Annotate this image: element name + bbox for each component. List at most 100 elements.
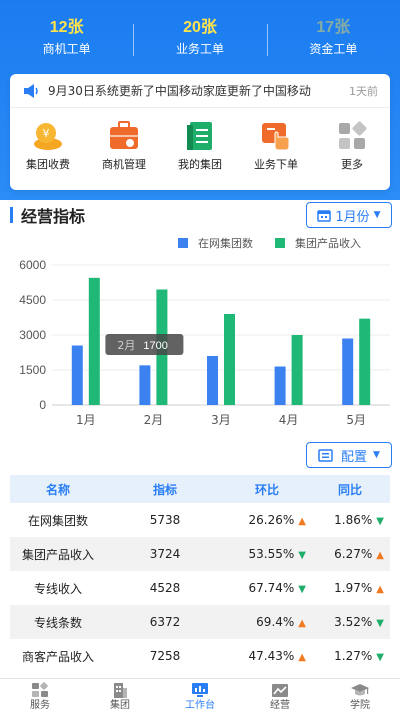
cell-name: 专线收入	[33, 581, 82, 596]
header-yoy: 同比	[337, 482, 362, 497]
tab-group[interactable]: 集团	[80, 679, 160, 711]
notice-text: 9月30日系统更新了中国移动家庭更新了中国移动	[48, 84, 311, 98]
quick-item-opportunity[interactable]: 商机管理	[86, 120, 162, 172]
quick-item-my-group[interactable]: 我的集团	[162, 120, 238, 172]
cell-mom: 53.55% ▼	[224, 547, 310, 561]
chart-bar	[207, 356, 218, 405]
quick-item-group-fee[interactable]: ¥ 集团收费	[10, 120, 86, 172]
arrow-up-icon: ▲	[298, 618, 306, 629]
cell-value: 4528	[149, 581, 181, 595]
legend-swatch	[178, 238, 188, 248]
cell-mom: 26.26% ▲	[224, 513, 310, 527]
tab-academy[interactable]: 学院	[320, 679, 400, 711]
quick-item-order[interactable]: 业务下单	[238, 120, 314, 172]
cell-value: 6372	[149, 615, 181, 629]
stat-business-tickets[interactable]: 20张 业务工单	[133, 0, 266, 70]
arrow-down-icon: ▼	[376, 652, 384, 663]
quick-item-label: 业务下单	[254, 158, 298, 171]
tab-business[interactable]: 经营	[240, 679, 320, 711]
cell-mom-value: 69.4%	[256, 615, 295, 629]
y-tick-label: 0	[39, 398, 46, 412]
cell-name: 专线条数	[33, 615, 82, 630]
month-select[interactable]: 1月份 ▼	[306, 202, 392, 228]
chart-bar	[291, 335, 303, 405]
legend-item[interactable]: 在网集团数	[178, 235, 253, 251]
quick-item-label: 集团收费	[26, 158, 70, 171]
svg-text:¥: ¥	[43, 127, 50, 140]
cell-yoy-value: 6.27%	[334, 547, 373, 561]
arrow-down-icon: ▼	[298, 584, 306, 595]
ticket-stats: 12张 商机工单 20张 业务工单 17张 资金工单	[0, 0, 400, 70]
cell-value: 7258	[149, 649, 181, 663]
table-row[interactable]: 专线收入 4528 67.74% ▼ 1.97% ▲	[10, 571, 390, 605]
legend-item[interactable]: 集团产品收入	[275, 235, 361, 251]
quick-menu: ¥ 集团收费 商机管理 我的集团 业务下单 更多	[10, 108, 390, 172]
stat-fund-tickets[interactable]: 17张 资金工单	[266, 0, 400, 70]
quick-item-more[interactable]: 更多	[314, 120, 390, 172]
workbench-icon	[192, 683, 208, 697]
tab-label: 工作台	[185, 700, 215, 711]
tab-label: 集团	[110, 700, 130, 711]
arrow-down-icon: ▼	[376, 618, 384, 629]
config-select[interactable]: 配置 ▼	[306, 442, 392, 468]
table-row[interactable]: 专线条数 6372 69.4% ▲ 3.52% ▼	[10, 605, 390, 639]
cell-mom-value: 53.55%	[248, 547, 295, 561]
tab-service[interactable]: 服务	[0, 679, 80, 711]
cell-yoy: 1.27% ▼	[310, 649, 390, 663]
stat-value: 12张	[49, 19, 84, 36]
service-icon	[32, 682, 48, 697]
more-grid-icon	[339, 121, 367, 149]
table-row[interactable]: 在网集团数 5738 26.26% ▲ 1.86% ▼	[10, 503, 390, 537]
stat-opportunity-tickets[interactable]: 12张 商机工单	[0, 0, 133, 70]
arrow-up-icon: ▲	[298, 516, 306, 527]
table-row[interactable]: 集团产品收入 3724 53.55% ▼ 6.27% ▲	[10, 537, 390, 571]
list-settings-icon	[318, 448, 333, 462]
quick-item-label: 商机管理	[102, 158, 146, 171]
header-name: 名称	[45, 482, 70, 497]
group-fee-icon: ¥	[34, 123, 62, 150]
table-header: 名称 指标 环比 同比	[10, 475, 390, 503]
y-tick-label: 6000	[19, 258, 46, 272]
chart-bar	[274, 366, 286, 405]
hand-tap-icon	[262, 123, 290, 151]
y-tick-label: 1500	[19, 363, 46, 377]
indicator-table: 名称 指标 环比 同比 在网集团数 5738 26.26% ▲ 1.86% ▼ 集团产品收入…	[10, 475, 390, 673]
cell-name: 商客产品收入	[21, 649, 94, 664]
tab-label: 学院	[350, 700, 370, 711]
arrow-down-icon: ▼	[376, 516, 384, 527]
header-value: 指标	[152, 482, 177, 497]
megaphone-icon	[24, 83, 38, 98]
y-tick-label: 4500	[19, 293, 46, 307]
table-row[interactable]: 商客产品收入 7258 47.43% ▲ 1.27% ▼	[10, 639, 390, 673]
stat-label: 资金工单	[309, 42, 358, 56]
tab-workbench[interactable]: 工作台	[160, 679, 240, 711]
tab-label: 服务	[30, 700, 50, 711]
stat-value: 17张	[316, 19, 351, 36]
config-select-value: 配置	[341, 449, 368, 465]
tooltip-value: 1700	[143, 340, 167, 352]
cell-yoy: 3.52% ▼	[310, 615, 390, 629]
notice-bar[interactable]: 9月30日系统更新了中国移动家庭更新了中国移动 1天前	[10, 74, 390, 108]
cell-mom: 47.43% ▲	[224, 649, 310, 663]
section-title-text: 经营指标	[21, 207, 86, 226]
x-tick-label: 1月	[76, 413, 96, 427]
legend-label: 在网集团数	[198, 237, 253, 250]
cell-yoy: 6.27% ▲	[310, 547, 390, 561]
chart-bar	[359, 318, 371, 405]
calendar-icon	[317, 209, 332, 222]
cell-yoy: 1.97% ▲	[310, 581, 390, 595]
cell-yoy-value: 1.86%	[334, 513, 373, 527]
cell-mom-value: 26.26%	[248, 513, 295, 527]
month-select-value: 1月份	[335, 209, 370, 225]
cell-yoy-value: 1.27%	[334, 649, 373, 663]
chart-bar	[224, 314, 235, 405]
x-tick-label: 5月	[346, 413, 366, 427]
quick-item-label: 更多	[341, 158, 363, 171]
chart-bar	[88, 277, 100, 405]
document-icon	[187, 122, 212, 150]
business-chart-icon	[272, 684, 288, 697]
bottom-tab-bar: 服务 集团 工作台 经营 学院	[0, 678, 400, 711]
cell-value: 3724	[149, 547, 181, 561]
quick-item-label: 我的集团	[178, 158, 222, 171]
cell-mom: 67.74% ▼	[224, 581, 310, 595]
